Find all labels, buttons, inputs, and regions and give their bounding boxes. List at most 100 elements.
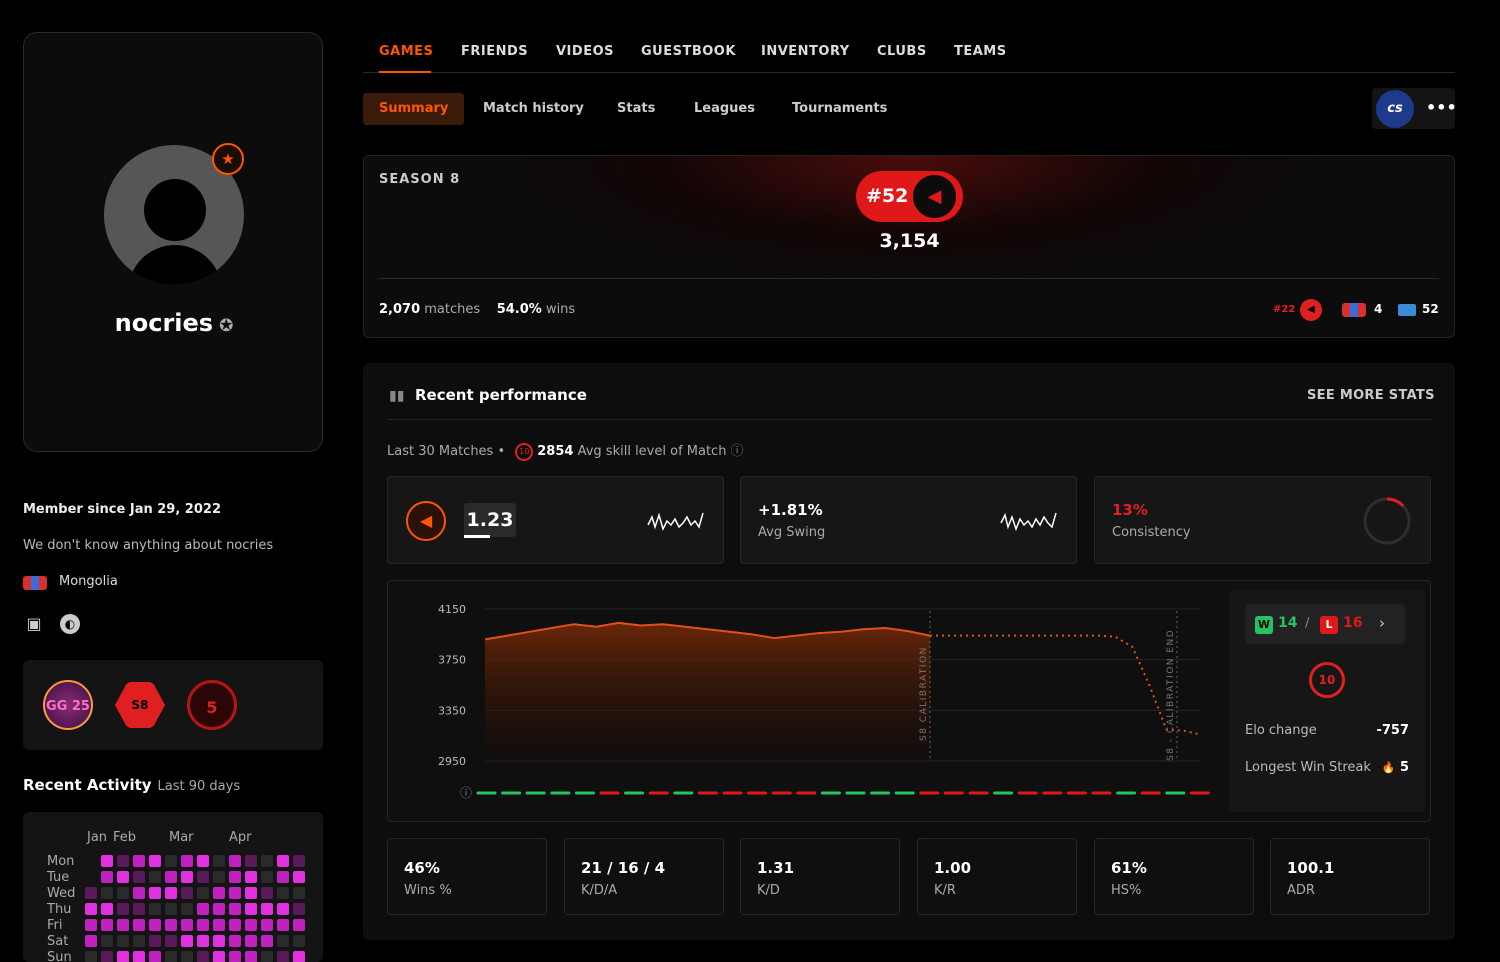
activity-cell[interactable] (277, 935, 289, 947)
activity-cell[interactable] (181, 903, 193, 915)
activity-cell[interactable] (181, 935, 193, 947)
subtab-match-history[interactable]: Match history (467, 93, 600, 125)
activity-cell[interactable] (229, 919, 241, 931)
activity-cell[interactable] (293, 919, 305, 931)
activity-cell[interactable] (293, 871, 305, 883)
chevron-right-icon[interactable]: › (1379, 614, 1385, 632)
level-badge[interactable]: 5 (187, 680, 237, 730)
activity-cell[interactable] (133, 903, 145, 915)
activity-cell[interactable] (149, 887, 161, 899)
activity-cell[interactable] (261, 919, 273, 931)
activity-cell[interactable] (165, 871, 177, 883)
activity-cell[interactable] (293, 935, 305, 947)
see-more-stats-link[interactable]: SEE MORE STATS (1307, 388, 1435, 403)
activity-cell[interactable] (197, 871, 209, 883)
tab-games[interactable]: GAMES (379, 44, 433, 59)
activity-cell[interactable] (261, 871, 273, 883)
activity-cell[interactable] (117, 887, 129, 899)
activity-cell[interactable] (149, 855, 161, 867)
subtab-stats[interactable]: Stats (601, 93, 671, 125)
activity-cell[interactable] (293, 887, 305, 899)
tab-videos[interactable]: VIDEOS (556, 44, 614, 59)
activity-cell[interactable] (149, 903, 161, 915)
activity-cell[interactable] (245, 855, 257, 867)
tab-teams[interactable]: TEAMS (954, 44, 1007, 59)
activity-cell[interactable] (213, 855, 225, 867)
activity-cell[interactable] (133, 935, 145, 947)
tab-friends[interactable]: FRIENDS (461, 44, 528, 59)
info-icon[interactable]: ⓘ (460, 786, 472, 800)
activity-cell[interactable] (213, 871, 225, 883)
activity-cell[interactable] (277, 855, 289, 867)
cs-logo-icon[interactable]: cs (1376, 90, 1414, 128)
steam-icon[interactable]: ◐ (60, 614, 80, 634)
activity-cell[interactable] (197, 855, 209, 867)
activity-cell[interactable] (181, 887, 193, 899)
activity-cell[interactable] (213, 935, 225, 947)
activity-cell[interactable] (229, 871, 241, 883)
activity-cell[interactable] (101, 871, 113, 883)
activity-cell[interactable] (181, 919, 193, 931)
activity-cell[interactable] (261, 903, 273, 915)
activity-cell[interactable] (277, 871, 289, 883)
activity-cell[interactable] (229, 887, 241, 899)
subtab-tournaments[interactable]: Tournaments (776, 93, 903, 125)
activity-cell[interactable] (181, 871, 193, 883)
activity-cell[interactable] (229, 855, 241, 867)
activity-cell[interactable] (101, 935, 113, 947)
activity-cell[interactable] (213, 903, 225, 915)
activity-cell[interactable] (293, 903, 305, 915)
activity-cell[interactable] (197, 887, 209, 899)
gg-badge[interactable]: GG 25 (43, 680, 93, 730)
season-badge[interactable]: S8 (115, 682, 165, 728)
activity-cell[interactable] (101, 855, 113, 867)
activity-cell[interactable] (101, 903, 113, 915)
activity-cell[interactable] (133, 855, 145, 867)
tab-inventory[interactable]: INVENTORY (761, 44, 850, 59)
activity-cell[interactable] (245, 903, 257, 915)
tab-guestbook[interactable]: GUESTBOOK (641, 44, 736, 59)
activity-cell[interactable] (165, 919, 177, 931)
stat-card-kr[interactable]: 1.00 K/R (917, 838, 1077, 915)
activity-cell[interactable] (165, 903, 177, 915)
activity-cell[interactable] (133, 871, 145, 883)
activity-cell[interactable] (117, 919, 129, 931)
activity-cell[interactable] (165, 887, 177, 899)
activity-cell[interactable] (245, 887, 257, 899)
activity-cell[interactable] (293, 855, 305, 867)
activity-cell[interactable] (261, 887, 273, 899)
activity-cell[interactable] (85, 903, 97, 915)
activity-cell[interactable] (261, 855, 273, 867)
activity-cell[interactable] (117, 935, 129, 947)
activity-cell[interactable] (85, 935, 97, 947)
game-switcher[interactable]: cs ••• (1372, 88, 1457, 129)
activity-cell[interactable] (181, 855, 193, 867)
activity-cell[interactable] (133, 887, 145, 899)
activity-cell[interactable] (245, 919, 257, 931)
activity-cell[interactable] (165, 855, 177, 867)
activity-cell[interactable] (277, 919, 289, 931)
twitch-icon[interactable]: ▣ (24, 614, 44, 634)
activity-cell[interactable] (197, 935, 209, 947)
activity-cell[interactable] (101, 919, 113, 931)
more-options-icon[interactable]: ••• (1426, 98, 1457, 117)
activity-cell[interactable] (85, 919, 97, 931)
activity-cell[interactable] (197, 903, 209, 915)
stat-card-hs[interactable]: 61% HS% (1094, 838, 1254, 915)
activity-cell[interactable] (117, 855, 129, 867)
activity-cell[interactable] (117, 871, 129, 883)
stat-card-adr[interactable]: 100.1 ADR (1270, 838, 1430, 915)
win-loss-box[interactable]: W 14 / L 16 › (1245, 604, 1405, 644)
stat-card-kd[interactable]: 1.31 K/D (740, 838, 900, 915)
activity-cell[interactable] (277, 887, 289, 899)
activity-cell[interactable] (277, 903, 289, 915)
activity-cell[interactable] (245, 935, 257, 947)
activity-cell[interactable] (85, 887, 97, 899)
avg-swing-card[interactable]: +1.81% Avg Swing (740, 476, 1077, 564)
activity-cell[interactable] (149, 919, 161, 931)
subtab-leagues[interactable]: Leagues (678, 93, 771, 125)
activity-cell[interactable] (213, 919, 225, 931)
activity-cell[interactable] (165, 935, 177, 947)
info-icon[interactable]: ⓘ (731, 444, 744, 459)
activity-cell[interactable] (117, 903, 129, 915)
